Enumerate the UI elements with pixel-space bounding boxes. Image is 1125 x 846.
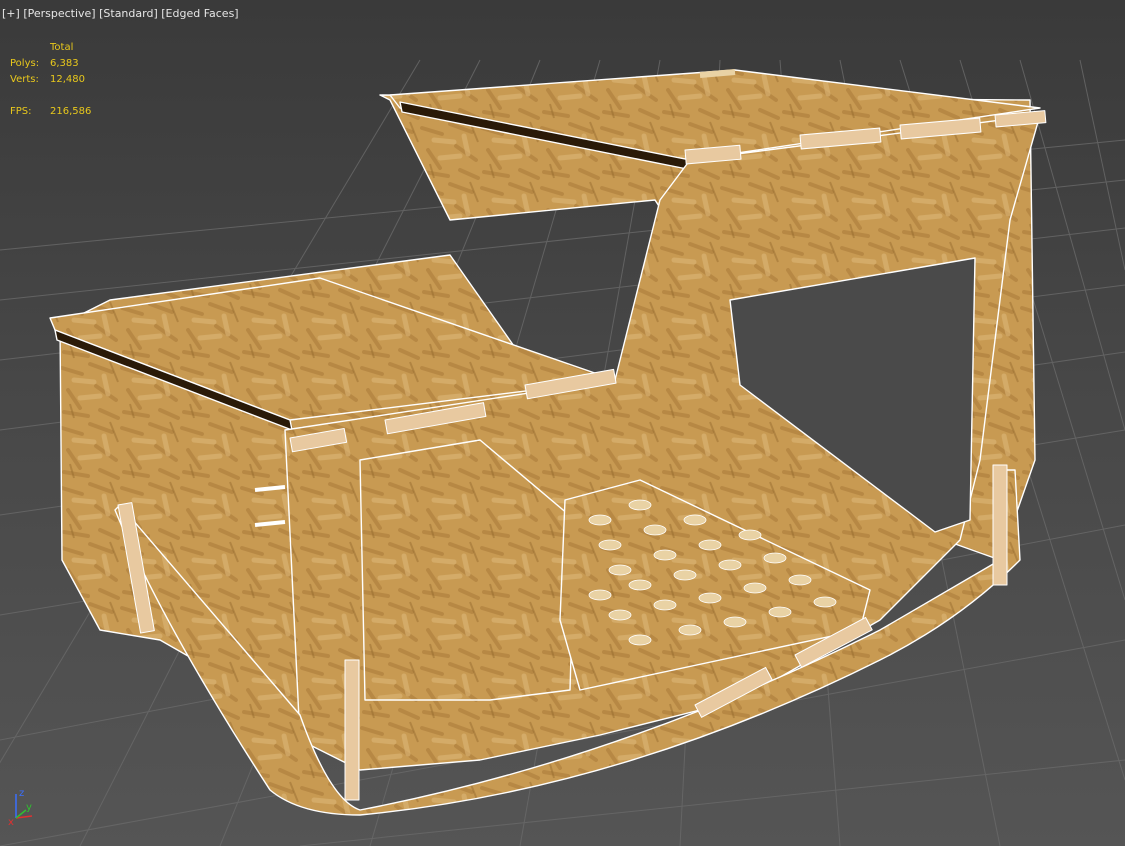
viewport-label-menu[interactable]: [+] [Perspective] [Standard] [Edged Face… xyxy=(2,7,239,20)
viewport-view-menu[interactable]: [Perspective] xyxy=(23,7,95,20)
axis-gizmo-icon: z y x xyxy=(8,788,33,826)
viewport-plus-menu[interactable]: [+] xyxy=(2,7,20,20)
stats-total-header: Total xyxy=(50,42,74,53)
stats-fps-label: FPS: xyxy=(10,106,32,117)
stats-polys-label: Polys: xyxy=(10,58,40,69)
gizmo-z-label: z xyxy=(19,788,24,799)
stats-verts-label: Verts: xyxy=(10,74,39,85)
gizmo-y-label: y xyxy=(26,802,32,813)
stats-verts-value: 12,480 xyxy=(50,74,85,85)
stats-fps-value: 216,586 xyxy=(50,106,92,117)
gizmo-x-label: x xyxy=(8,817,14,826)
viewport-shading-menu[interactable]: [Standard] xyxy=(99,7,158,20)
scene-canvas[interactable] xyxy=(0,0,1125,846)
viewport-edges-menu[interactable]: [Edged Faces] xyxy=(161,7,238,20)
perspective-viewport[interactable]: [+] [Perspective] [Standard] [Edged Face… xyxy=(0,0,1125,846)
stats-polys-value: 6,383 xyxy=(50,58,79,69)
chair-model xyxy=(49,69,1047,816)
